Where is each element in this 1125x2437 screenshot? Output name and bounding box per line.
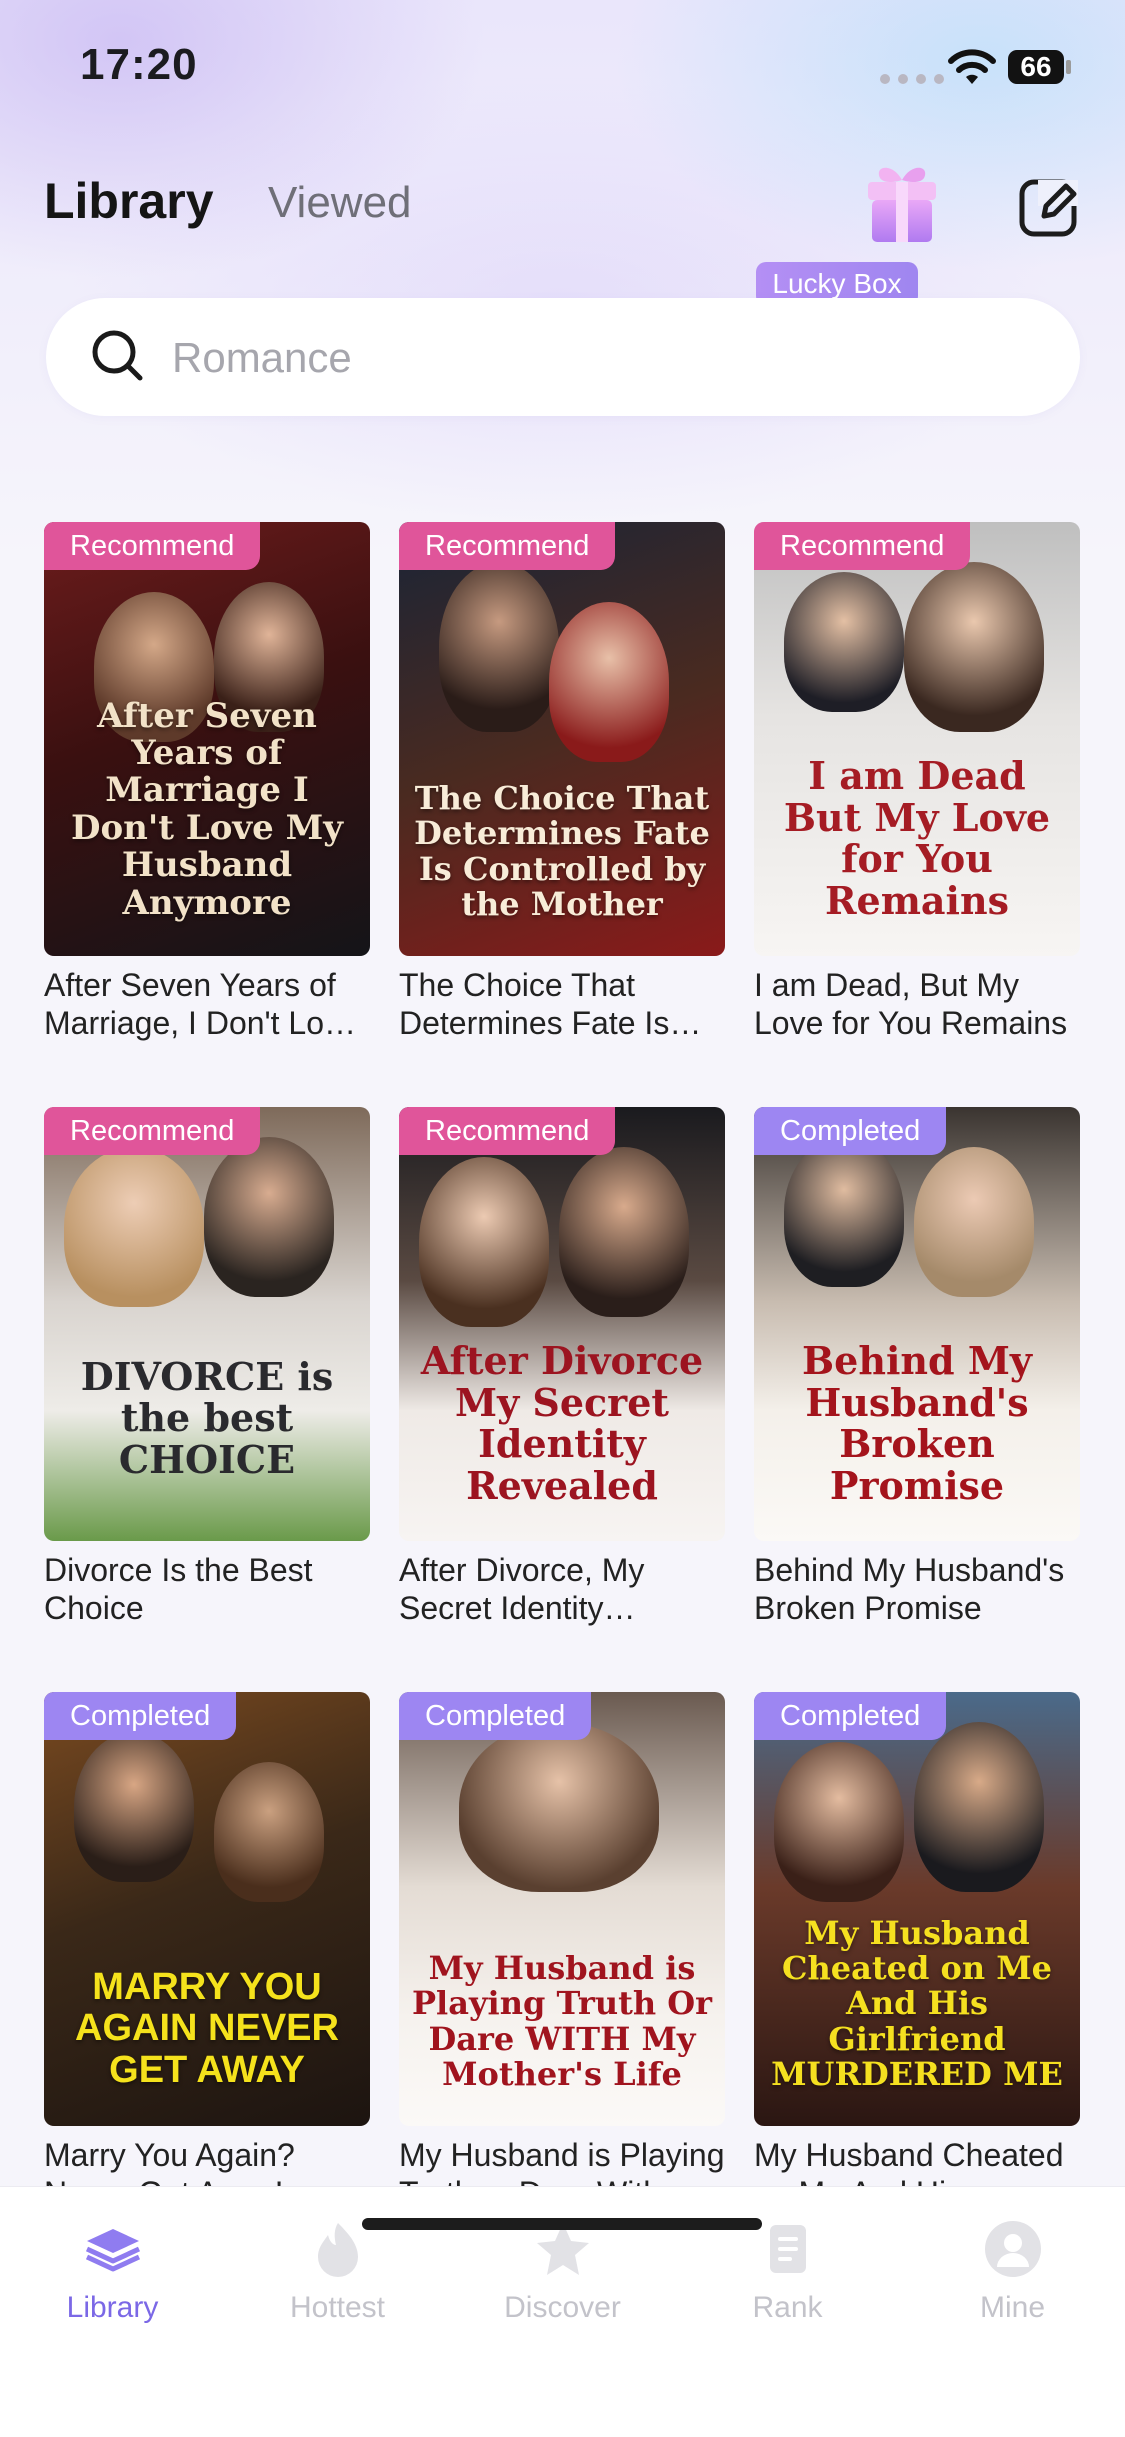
layers-icon <box>85 2229 140 2272</box>
cover-title: After Divorce My Secret Identity Reveale… <box>420 1337 704 1509</box>
cover-title: DIVORCE is the best CHOICE <box>80 1353 334 1483</box>
cover-title: My Husband is Playing Truth Or Dare WITH… <box>411 1949 712 2093</box>
nav-hottest[interactable]: Hottest <box>225 2217 450 2337</box>
book-cover[interactable]: Recommend The Choice That Determines Fat… <box>399 522 725 956</box>
status-badge: Completed <box>399 1692 592 1740</box>
search-icon <box>92 330 143 381</box>
cover-title: Behind My Husband's Broken Promise <box>802 1337 1032 1509</box>
wifi-icon <box>948 49 996 84</box>
user-icon <box>984 2221 1041 2277</box>
book-title[interactable]: After Seven Years of Marriage, I Don't L… <box>44 966 370 1042</box>
nav-label: Hottest <box>289 2291 386 2324</box>
book-cover[interactable]: Recommend After Seven Years of Marriage … <box>44 522 370 956</box>
nav-mine[interactable]: Mine <box>900 2217 1125 2337</box>
book-cover[interactable]: Recommend DIVORCE is the best CHOICE <box>44 1107 370 1541</box>
cover-figure <box>784 1137 904 1287</box>
tab-viewed[interactable]: Viewed <box>268 178 412 228</box>
status-badge: Recommend <box>399 1107 616 1155</box>
cover-figure <box>459 1722 659 1892</box>
cover-title: I am Dead But My Love for You Remains <box>783 752 1051 924</box>
book-title[interactable]: Divorce Is the Best Choice <box>44 1551 370 1627</box>
rank-icon <box>769 2225 806 2273</box>
search-bar[interactable] <box>46 298 1080 416</box>
book-title[interactable]: Behind My Husband's Broken Promise <box>754 1551 1080 1627</box>
book-cover[interactable]: Completed My Husband is Playing Truth Or… <box>399 1692 725 2126</box>
cover-figure <box>419 1157 549 1327</box>
nav-label: Rank <box>752 2291 823 2324</box>
cover-figure <box>784 572 904 712</box>
cellular-signal-icon <box>880 74 944 84</box>
book-card[interactable]: Recommend I am Dead But My Love for You … <box>754 522 1080 1107</box>
cover-figure <box>559 1147 689 1317</box>
book-title[interactable]: The Choice That Determines Fate Is Contr… <box>399 966 725 1042</box>
nav-library[interactable]: Library <box>0 2217 225 2337</box>
book-cover[interactable]: Completed MARRY YOU AGAIN NEVER GET AWAY <box>44 1692 370 2126</box>
status-badge: Completed <box>44 1692 237 1740</box>
cover-title: My Husband Cheated on Me And His Girlfri… <box>771 1914 1063 2093</box>
battery-icon: 66 <box>1008 50 1064 84</box>
book-cover[interactable]: Completed My Husband Cheated on Me And H… <box>754 1692 1080 2126</box>
book-card[interactable]: Recommend After Seven Years of Marriage … <box>44 522 370 1107</box>
cover-title: The Choice That Determines Fate Is Contr… <box>414 779 710 923</box>
book-card[interactable]: Recommend The Choice That Determines Fat… <box>399 522 725 1107</box>
status-badge: Completed <box>754 1692 947 1740</box>
status-badge: Completed <box>754 1107 947 1155</box>
book-cover[interactable]: Recommend After Divorce My Secret Identi… <box>399 1107 725 1541</box>
cover-figure <box>774 1742 904 1902</box>
home-indicator <box>362 2218 762 2230</box>
book-title[interactable]: After Divorce, My Secret Identity Reveal… <box>399 1551 725 1627</box>
tab-library[interactable]: Library <box>44 172 214 230</box>
cover-figure <box>64 1147 204 1307</box>
cover-figure <box>549 602 669 762</box>
edit-icon[interactable] <box>1018 176 1080 238</box>
status-badge: Recommend <box>399 522 616 570</box>
nav-rank[interactable]: Rank <box>675 2217 900 2337</box>
cover-title: MARRY YOU AGAIN NEVER GET AWAY <box>75 1965 339 2092</box>
cover-figure <box>204 1137 334 1297</box>
nav-discover[interactable]: Discover <box>450 2217 675 2337</box>
flame-icon <box>317 2223 358 2277</box>
nav-label: Discover <box>504 2291 621 2324</box>
cover-figure <box>904 562 1044 732</box>
cover-figure <box>439 562 559 732</box>
status-badge: Recommend <box>44 1107 261 1155</box>
book-cover[interactable]: Recommend I am Dead But My Love for You … <box>754 522 1080 956</box>
gift-box-icon[interactable] <box>856 156 948 248</box>
cover-figure <box>914 1722 1044 1892</box>
status-bar: 17:20 66 <box>0 0 1125 130</box>
book-card[interactable]: Recommend After Divorce My Secret Identi… <box>399 1107 725 1692</box>
book-title[interactable]: I am Dead, But My Love for You Remains <box>754 966 1080 1042</box>
status-time: 17:20 <box>80 40 198 89</box>
status-badge: Recommend <box>44 522 261 570</box>
nav-label: Library <box>66 2291 159 2324</box>
status-badge: Recommend <box>754 522 971 570</box>
book-grid: Recommend After Seven Years of Marriage … <box>44 522 1082 2277</box>
book-card[interactable]: Completed Behind My Husband's Broken Pro… <box>754 1107 1080 1692</box>
search-input[interactable] <box>170 318 1034 398</box>
cover-figure <box>74 1732 194 1882</box>
book-card[interactable]: Recommend DIVORCE is the best CHOICE Div… <box>44 1107 370 1692</box>
cover-figure <box>914 1147 1034 1297</box>
cover-title: After Seven Years of Marriage I Don't Lo… <box>70 695 344 923</box>
book-cover[interactable]: Completed Behind My Husband's Broken Pro… <box>754 1107 1080 1541</box>
nav-label: Mine <box>979 2291 1046 2324</box>
cover-figure <box>214 1762 324 1902</box>
battery-tip <box>1066 60 1071 74</box>
